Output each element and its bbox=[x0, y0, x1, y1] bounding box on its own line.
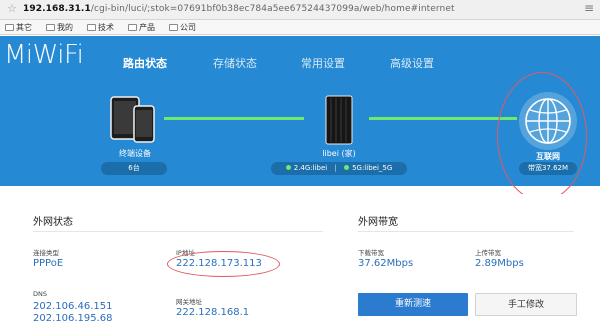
link-devices-router bbox=[164, 117, 304, 120]
dns-primary-value: 202.106.46.151 bbox=[33, 301, 113, 312]
upload-bandwidth-value: 2.89Mbps bbox=[475, 258, 524, 269]
bookmark-folder[interactable]: 其它 bbox=[5, 22, 32, 33]
gateway-label: 网关地址 bbox=[176, 298, 202, 306]
bookmark-folder[interactable]: 产品 bbox=[128, 22, 155, 33]
wan-status-title: 外网状态 bbox=[33, 217, 73, 228]
bookmark-folder[interactable]: 技术 bbox=[87, 22, 114, 33]
upload-bandwidth-label: 上传带宽 bbox=[475, 249, 501, 257]
wifi-5-status-icon bbox=[344, 165, 350, 170]
router-icon[interactable] bbox=[322, 94, 356, 148]
browser-menu-icon[interactable]: ≡ bbox=[584, 1, 594, 15]
bookmark-label: 其它 bbox=[16, 23, 32, 32]
miwifi-logo: MiWiFi bbox=[4, 40, 84, 70]
bookmark-label: 我的 bbox=[57, 23, 73, 32]
wan-status-divider bbox=[33, 231, 323, 232]
devices-count-badge[interactable]: 6台 bbox=[101, 162, 167, 175]
bookmark-label: 产品 bbox=[139, 23, 155, 32]
tab-router-status[interactable]: 路由状态 bbox=[123, 55, 167, 71]
bookmarks-bar: 其它 我的 技术 产品 公司 bbox=[0, 20, 600, 35]
link-router-internet bbox=[369, 117, 517, 120]
connection-type-value: PPPoE bbox=[33, 258, 64, 269]
folder-icon bbox=[46, 24, 55, 31]
ssid-separator: | bbox=[334, 164, 337, 172]
manual-edit-button[interactable]: 手工修改 bbox=[475, 293, 577, 316]
annotation-circle-ip bbox=[167, 251, 280, 277]
folder-icon bbox=[5, 24, 14, 31]
folder-icon bbox=[128, 24, 137, 31]
bookmark-label: 技术 bbox=[98, 23, 114, 32]
tab-common-settings[interactable]: 常用设置 bbox=[301, 55, 345, 71]
dns-label: DNS bbox=[33, 290, 47, 298]
url-path: /cgi-bin/luci/;stok=07691bf0b38ec784a5ee… bbox=[90, 4, 455, 14]
tab-storage-status[interactable]: 存储状态 bbox=[213, 55, 257, 71]
folder-icon bbox=[169, 24, 178, 31]
connection-type-label: 连接类型 bbox=[33, 249, 59, 257]
download-bandwidth-value: 37.62Mbps bbox=[358, 258, 414, 269]
url-text[interactable]: 192.168.31.1/cgi-bin/luci/;stok=07691bf0… bbox=[23, 4, 455, 14]
wifi-24-status-icon bbox=[285, 165, 291, 170]
wan-bandwidth-title: 外网带宽 bbox=[358, 217, 398, 228]
bookmark-label: 公司 bbox=[180, 23, 196, 32]
bookmark-star-icon[interactable]: ☆ bbox=[7, 2, 17, 15]
devices-icon[interactable] bbox=[108, 96, 158, 144]
download-bandwidth-label: 下载带宽 bbox=[358, 249, 384, 257]
folder-icon bbox=[87, 24, 96, 31]
wifi-5-ssid: 5G:libei_5G bbox=[352, 164, 393, 172]
wifi-24-ssid: 2.4G:libei bbox=[293, 164, 328, 172]
bookmark-folder[interactable]: 我的 bbox=[46, 22, 73, 33]
tab-advanced-settings[interactable]: 高级设置 bbox=[390, 55, 434, 71]
gateway-value: 222.128.168.1 bbox=[176, 307, 250, 318]
browser-address-bar[interactable]: ☆ 192.168.31.1/cgi-bin/luci/;stok=07691b… bbox=[0, 0, 600, 20]
wifi-ssid-badge[interactable]: 2.4G:libei | 5G:libei_5G bbox=[271, 162, 407, 175]
devices-label: 终端设备 bbox=[119, 149, 151, 158]
router-name: libei (家) bbox=[322, 149, 356, 158]
wan-bandwidth-divider bbox=[358, 231, 574, 232]
dns-secondary-value: 202.106.195.68 bbox=[33, 313, 113, 324]
bookmark-folder[interactable]: 公司 bbox=[169, 22, 196, 33]
retest-speed-button[interactable]: 重新测速 bbox=[358, 293, 468, 316]
url-host: 192.168.31.1 bbox=[23, 4, 91, 14]
annotation-circle-internet bbox=[497, 72, 587, 201]
